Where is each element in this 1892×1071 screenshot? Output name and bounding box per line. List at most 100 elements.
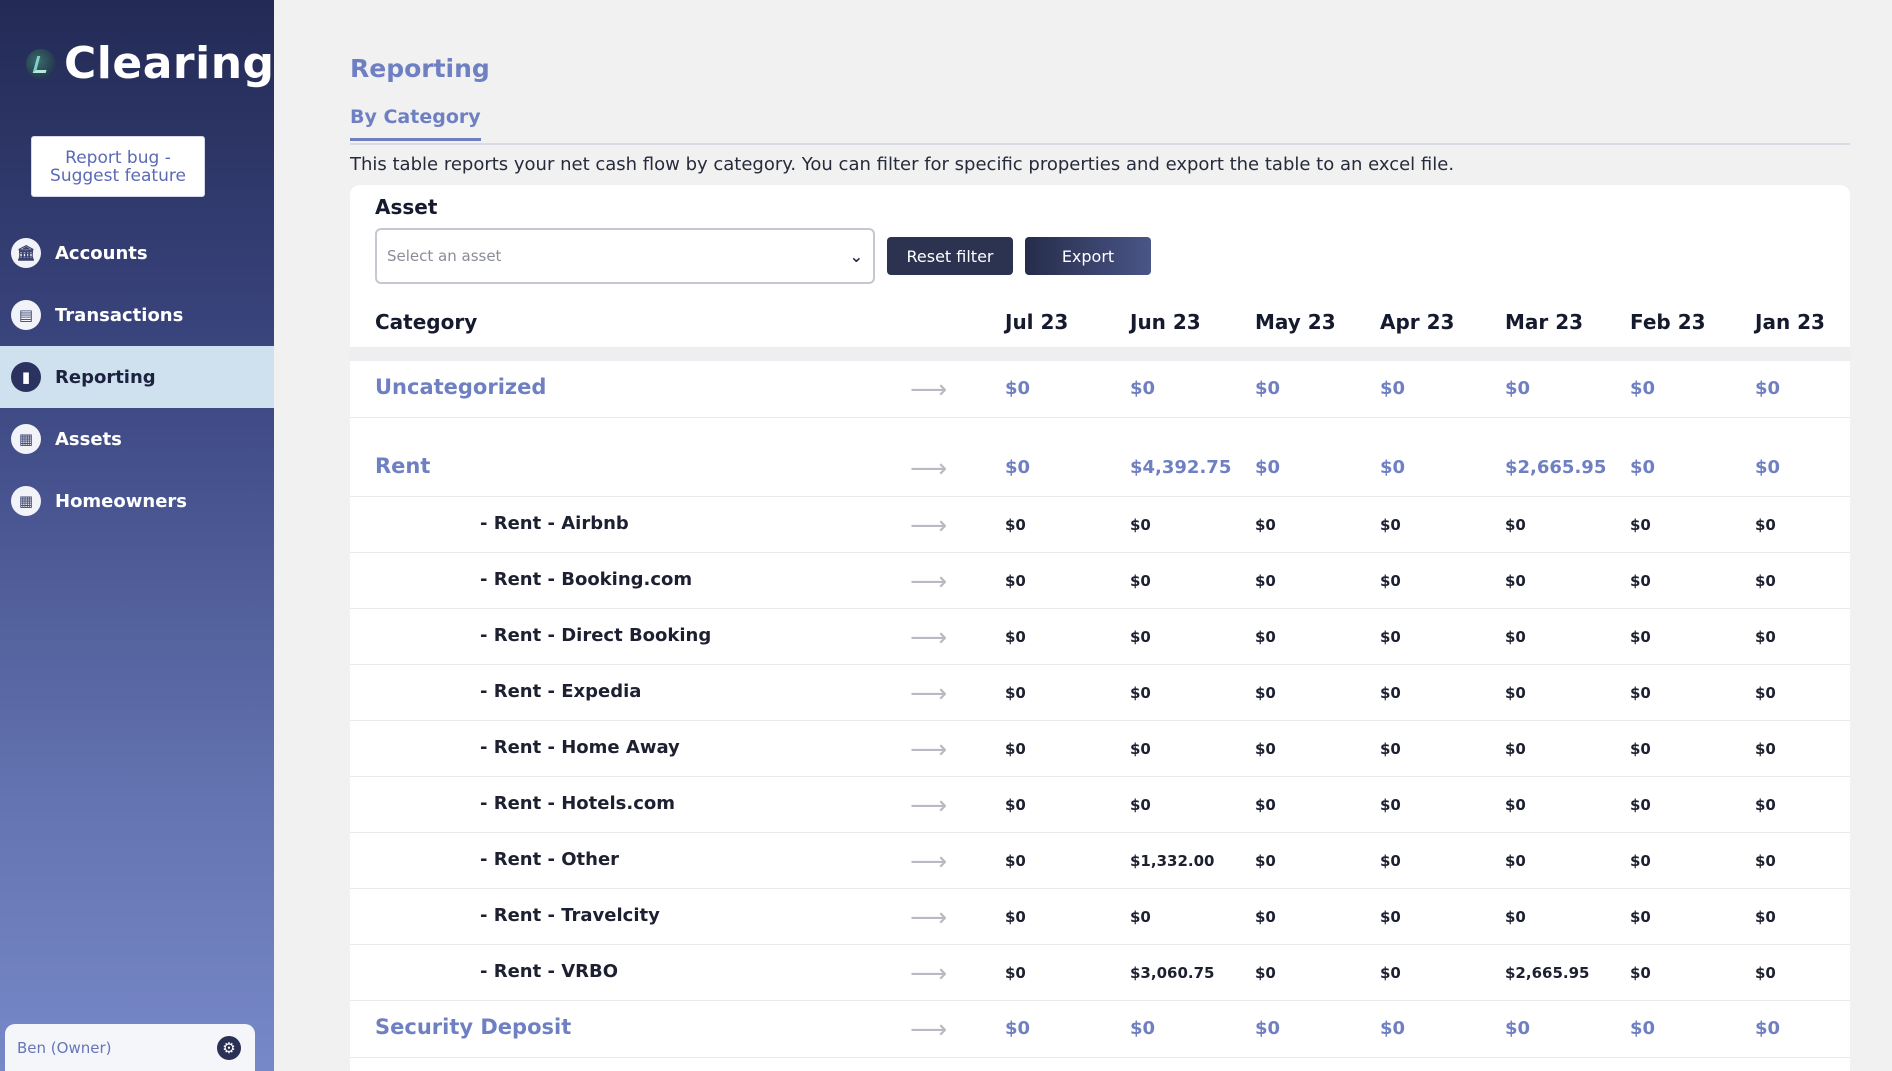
amount-cell: $0 [1255,516,1276,534]
amount-cell: $0 [1755,796,1776,814]
amount-cell: $0 [1005,572,1026,590]
clearing-logo-icon [26,48,56,79]
tab-by-category[interactable]: By Category [350,106,481,141]
subcategory-row: - Rent - Other ⟶ $0 $1,332.00 $0 $0 $0 $0 $0 [350,833,1850,889]
amount-cell: $0 [1755,457,1781,478]
brand-name: Clearing [64,38,275,89]
amount-cell: $0 [1380,516,1401,534]
user-menu[interactable]: Ben (Owner) ⚙ [5,1024,255,1071]
category-name: - Rent - Booking.com [480,569,693,590]
amount-cell: $0 [1005,516,1026,534]
category-name: - Rent - Expedia [480,681,642,702]
column-header-month: Jan 23 [1755,310,1825,334]
column-header-month: May 23 [1255,310,1336,334]
asset-select[interactable]: Select an asset ⌄ [375,228,875,284]
category-name: - Rent - Hotels.com [480,793,675,814]
table-spacer [350,418,1850,440]
amount-cell: $4,392.75 [1130,457,1232,478]
subcategory-row: - Rent - Travelcity ⟶ $0 $0 $0 $0 $0 $0 $0 [350,889,1850,945]
amount-cell: $0 [1255,378,1281,399]
amount-cell: $0 [1630,908,1651,926]
export-button[interactable]: Export [1025,237,1151,275]
building-icon: ▦ [11,424,41,454]
table-header: Category Jul 23 Jun 23 May 23 Apr 23 Mar 23 Fe… [350,290,1850,347]
sidebar-item-assets[interactable]: ▦ Assets [0,408,274,470]
amount-cell: $0 [1630,964,1651,982]
amount-cell: $0 [1380,964,1401,982]
amount-cell: $0 [1630,796,1651,814]
amount-cell: $0 [1755,964,1776,982]
bank-icon: 🏛 [11,238,41,268]
amount-cell: $0 [1380,628,1401,646]
amount-cell: $0 [1130,1018,1156,1039]
arrow-right-icon[interactable]: ⟶ [910,511,947,541]
report-bug-button[interactable]: Report bug - Suggest feature [31,136,205,197]
table-header-divider [350,347,1850,361]
column-header-month: Jul 23 [1005,310,1069,334]
arrow-right-icon[interactable]: ⟶ [910,679,947,709]
amount-cell: $0 [1630,378,1656,399]
amount-cell: $0 [1255,628,1276,646]
report-card: Asset Select an asset ⌄ Reset filter Exp… [350,185,1850,1071]
subcategory-row: - Rent - Home Away ⟶ $0 $0 $0 $0 $0 $0 $0 [350,721,1850,777]
category-row[interactable]: Rent ⟶ $0 $4,392.75 $0 $0 $2,665.95 $0 $0 [350,440,1850,497]
sidebar: Clearing Report bug - Suggest feature 🏛 A… [0,0,274,1071]
category-name: Security Deposit [375,1015,572,1039]
amount-cell: $0 [1380,1018,1406,1039]
chevron-down-icon: ⌄ [849,246,863,266]
amount-cell: $0 [1630,740,1651,758]
arrow-right-icon[interactable]: ⟶ [910,375,947,405]
amount-cell: $0 [1380,740,1401,758]
amount-cell: $0 [1255,457,1281,478]
category-name: - Rent - Travelcity [480,905,660,926]
amount-cell: $0 [1380,457,1406,478]
amount-cell: $0 [1130,796,1151,814]
category-name: - Rent - Other [480,849,620,870]
reset-filter-button[interactable]: Reset filter [887,237,1013,275]
amount-cell: $0 [1505,628,1526,646]
arrow-right-icon[interactable]: ⟶ [910,623,947,653]
arrow-right-icon[interactable]: ⟶ [910,735,947,765]
amount-cell: $0 [1005,908,1026,926]
amount-cell: $0 [1630,628,1651,646]
amount-cell: $0 [1755,1018,1781,1039]
amount-cell: $0 [1255,740,1276,758]
amount-cell: $0 [1505,378,1531,399]
sidebar-item-accounts[interactable]: 🏛 Accounts [0,222,274,284]
amount-cell: $0 [1005,628,1026,646]
arrow-right-icon[interactable]: ⟶ [910,847,947,877]
amount-cell: $0 [1130,740,1151,758]
arrow-right-icon[interactable]: ⟶ [910,454,947,484]
category-name: Rent [375,454,431,478]
amount-cell: $0 [1630,1018,1656,1039]
sidebar-item-homeowners[interactable]: ▦ Homeowners [0,470,274,532]
page-title: Reporting [350,54,490,83]
subcategory-row: - Rent - Direct Booking ⟶ $0 $0 $0 $0 $0 $0 $0 [350,609,1850,665]
arrow-right-icon[interactable]: ⟶ [910,1015,947,1045]
building-icon: ▦ [11,486,41,516]
sidebar-item-reporting[interactable]: ▮ Reporting [0,346,274,408]
column-header-category: Category [375,310,478,334]
amount-cell: $0 [1755,516,1776,534]
arrow-right-icon[interactable]: ⟶ [910,567,947,597]
amount-cell: $0 [1380,852,1401,870]
category-name: - Rent - Airbnb [480,513,629,534]
sidebar-item-transactions[interactable]: ▤ Transactions [0,284,274,346]
arrow-right-icon[interactable]: ⟶ [910,903,947,933]
amount-cell: $0 [1380,684,1401,702]
amount-cell: $0 [1380,378,1406,399]
amount-cell: $0 [1005,378,1031,399]
column-header-month: Jun 23 [1130,310,1201,334]
arrow-right-icon[interactable]: ⟶ [910,959,947,989]
amount-cell: $0 [1505,516,1526,534]
amount-cell: $0 [1755,378,1781,399]
gear-icon[interactable]: ⚙ [217,1035,241,1060]
amount-cell: $0 [1755,740,1776,758]
category-row[interactable]: Security Deposit ⟶ $0 $0 $0 $0 $0 $0 $0 [350,1001,1850,1058]
amount-cell: $0 [1130,628,1151,646]
category-row[interactable]: Uncategorized ⟶ $0 $0 $0 $0 $0 $0 $0 [350,361,1850,418]
sidebar-item-label: Homeowners [55,490,188,512]
category-name: Uncategorized [375,375,547,399]
brand[interactable]: Clearing [26,38,275,89]
arrow-right-icon[interactable]: ⟶ [910,791,947,821]
